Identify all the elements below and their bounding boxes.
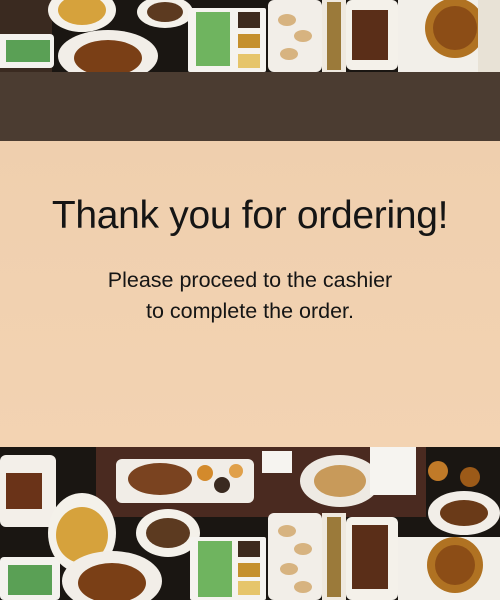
food-photo-strip-bottom <box>0 447 500 600</box>
instruction-line-1: Please proceed to the cashier <box>107 268 393 292</box>
food-photo-strip-top <box>0 0 500 72</box>
confirmation-panel: Thank you for ordering! Please proceed t… <box>0 141 500 447</box>
thank-you-heading: Thank you for ordering! <box>51 194 449 237</box>
cashier-instructions: Please proceed to the cashier to complet… <box>0 265 500 327</box>
header-band <box>0 72 500 141</box>
instruction-line-2: to complete the order. <box>146 299 354 323</box>
